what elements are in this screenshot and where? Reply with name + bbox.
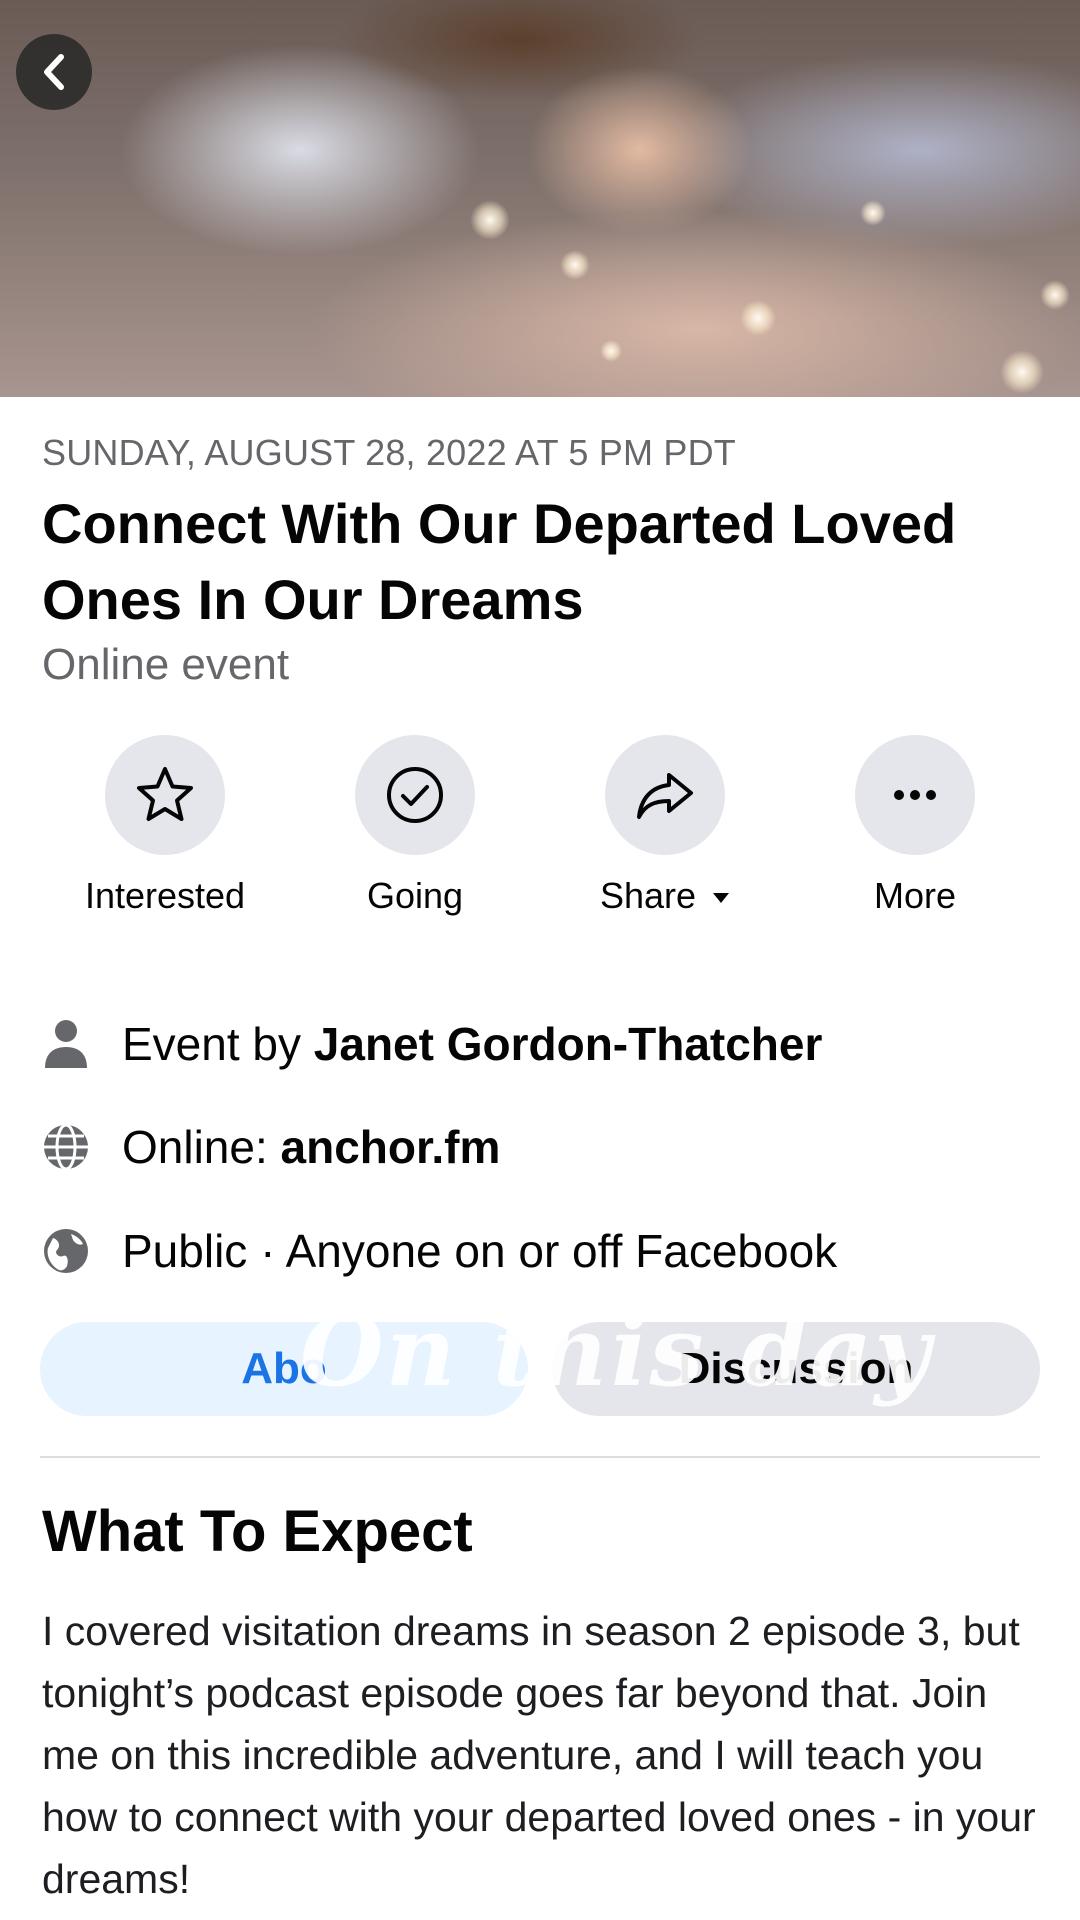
event-host-text: Event by Janet Gordon-Thatcher [122, 1017, 822, 1071]
going-icon-circle[interactable] [355, 735, 475, 855]
sparkle [740, 300, 776, 336]
more-icon-circle[interactable] [855, 735, 975, 855]
event-host-row: Event by Janet Gordon-Thatcher [40, 1017, 1040, 1071]
tab-discussion[interactable]: Discussion [552, 1322, 1040, 1416]
event-date: SUNDAY, AUGUST 28, 2022 AT 5 PM PDT [42, 432, 736, 473]
sparkle [600, 340, 622, 362]
share-label: Share [600, 875, 730, 917]
public-globe-icon [40, 1225, 92, 1277]
event-title: Connect With Our Departed Loved Ones In … [42, 492, 957, 631]
interested-icon-circle[interactable] [105, 735, 225, 855]
share-button[interactable]: Share [555, 735, 775, 917]
event-host-prefix: Event by [122, 1018, 314, 1070]
sparkle [560, 250, 590, 280]
event-privacy-row: Public · Anyone on or off Facebook [40, 1224, 1040, 1278]
tab-about[interactable]: Abo [40, 1322, 528, 1416]
share-label-text: Share [599, 875, 697, 916]
more-label: More [873, 875, 957, 916]
divider [40, 1456, 1040, 1458]
more-dots-icon [894, 790, 936, 800]
event-tabs: Abo Discussion [40, 1322, 1040, 1416]
event-online-link[interactable]: anchor.fm [281, 1121, 501, 1173]
interested-button[interactable]: Interested [55, 735, 275, 917]
caret-down-icon [713, 893, 730, 904]
more-button[interactable]: More [805, 735, 1025, 917]
event-type: Online event [42, 640, 290, 689]
check-circle-icon [387, 767, 443, 823]
share-icon-circle[interactable] [605, 735, 725, 855]
sparkle [860, 200, 886, 226]
event-actions: Interested Going Share More [0, 735, 1080, 935]
event-host-name[interactable]: Janet Gordon-Thatcher [314, 1018, 823, 1070]
interested-label: Interested [84, 875, 246, 916]
event-privacy-text: Public · Anyone on or off Facebook [122, 1225, 838, 1277]
going-button[interactable]: Going [305, 735, 525, 917]
person-icon [40, 1018, 92, 1070]
event-online-row: Online: anchor.fm [40, 1120, 1040, 1174]
section-heading: What To Expect [42, 1499, 473, 1564]
event-online-text: Online: anchor.fm [122, 1120, 500, 1174]
sparkle [1040, 280, 1070, 310]
back-button[interactable] [16, 34, 92, 110]
event-online-prefix: Online: [122, 1121, 281, 1173]
sparkle [1000, 350, 1044, 394]
chevron-left-icon [44, 54, 64, 90]
going-label: Going [366, 875, 464, 916]
share-arrow-icon [637, 773, 693, 819]
star-icon [137, 767, 193, 821]
sparkle [470, 200, 510, 240]
globe-icon [40, 1121, 92, 1173]
event-description: I covered visitation dreams in season 2 … [42, 1608, 1036, 1902]
event-cover-photo [0, 0, 1080, 397]
